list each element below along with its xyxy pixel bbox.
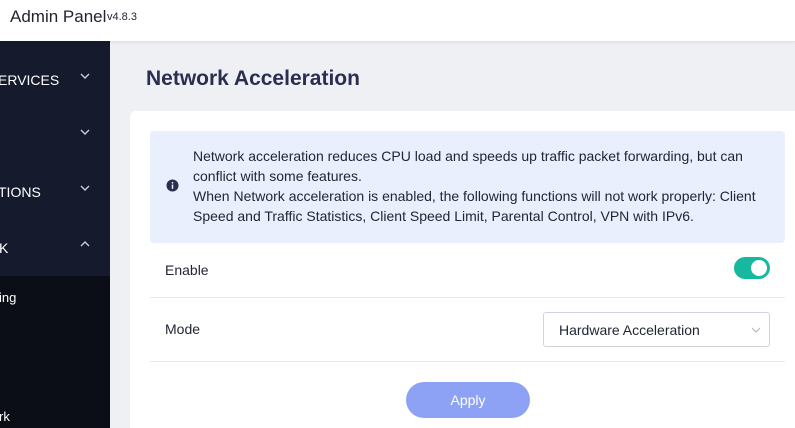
toggle-knob bbox=[751, 260, 767, 276]
enable-label: Enable bbox=[165, 262, 209, 278]
divider bbox=[150, 297, 785, 298]
apply-button[interactable]: Apply bbox=[406, 382, 530, 418]
sidebar-item-2[interactable] bbox=[0, 108, 110, 164]
chevron-down-icon bbox=[749, 323, 763, 337]
chevron-down-icon bbox=[79, 182, 91, 194]
sidebar-submenu: ing rk bbox=[0, 276, 110, 428]
info-text: Network acceleration reduces CPU load an… bbox=[193, 146, 773, 226]
divider bbox=[150, 361, 785, 362]
sidebar-subitem-ing[interactable]: ing bbox=[0, 290, 16, 305]
chevron-down-icon bbox=[79, 70, 91, 82]
sidebar-item-label: ERVICES bbox=[0, 72, 60, 88]
app-version: v4.8.3 bbox=[107, 11, 137, 23]
enable-toggle[interactable] bbox=[734, 257, 770, 279]
chevron-down-icon bbox=[79, 126, 91, 138]
sidebar-item-label: TIONS bbox=[0, 184, 41, 200]
info-icon bbox=[166, 179, 179, 192]
app-title: Admin Panel bbox=[10, 7, 107, 26]
sidebar-item-services[interactable]: ERVICES bbox=[0, 52, 110, 108]
info-line-2: When Network acceleration is enabled, th… bbox=[193, 188, 756, 224]
info-line-1: Network acceleration reduces CPU load an… bbox=[193, 148, 743, 184]
sidebar-subitem-rk[interactable]: rk bbox=[0, 409, 10, 424]
mode-label: Mode bbox=[165, 321, 201, 337]
top-bar: Admin Panel v4.8.3 bbox=[0, 0, 795, 41]
sidebar: ERVICES TIONS K ing rk bbox=[0, 41, 110, 428]
mode-select-value: Hardware Acceleration bbox=[559, 322, 700, 338]
sidebar-item-label: K bbox=[0, 240, 9, 256]
sidebar-item-k[interactable]: K bbox=[0, 220, 110, 276]
sidebar-item-tions[interactable]: TIONS bbox=[0, 164, 110, 220]
chevron-up-icon bbox=[79, 238, 91, 250]
page-title: Network Acceleration bbox=[146, 67, 360, 90]
mode-select[interactable]: Hardware Acceleration bbox=[543, 312, 770, 347]
